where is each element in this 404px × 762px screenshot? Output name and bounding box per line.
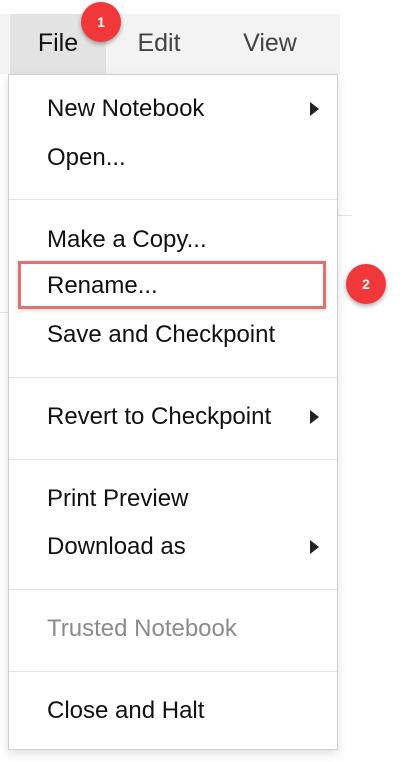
menu-divider <box>9 459 337 460</box>
menu-view[interactable]: View <box>220 14 320 74</box>
menu-item-save-checkpoint[interactable]: Save and Checkpoint <box>9 315 337 355</box>
menu-item-label: Download as <box>47 533 186 560</box>
menu-item-open[interactable]: Open... <box>9 138 337 178</box>
menu-item-trusted-notebook: Trusted Notebook <box>9 609 337 649</box>
menu-divider <box>9 199 337 200</box>
menu-item-label: Revert to Checkpoint <box>47 403 272 430</box>
menu-item-label: Open... <box>47 144 126 171</box>
menu-divider <box>9 377 337 378</box>
menu-item-label: Save and Checkpoint <box>47 321 276 348</box>
menu-item-close-halt[interactable]: Close and Halt <box>9 691 337 731</box>
menu-divider <box>9 671 337 672</box>
background-line <box>336 215 352 216</box>
menu-item-make-copy[interactable]: Make a Copy... <box>9 220 337 260</box>
menu-divider <box>9 589 337 590</box>
menu-item-label: New Notebook <box>47 95 205 122</box>
menu-item-label: Print Preview <box>47 485 189 512</box>
menu-item-label: Rename... <box>47 272 158 299</box>
menu-edit[interactable]: Edit <box>116 14 202 74</box>
caret-right-icon <box>310 410 319 424</box>
caret-right-icon <box>310 540 319 554</box>
menu-item-label: Make a Copy... <box>47 226 207 253</box>
menubar: File Edit View <box>0 14 340 74</box>
menu-item-rename[interactable]: Rename... <box>9 266 337 306</box>
menu-item-print-preview[interactable]: Print Preview <box>9 479 337 519</box>
step-badge-1: 1 <box>81 2 121 42</box>
menu-item-revert-checkpoint[interactable]: Revert to Checkpoint <box>9 397 337 437</box>
file-dropdown-menu: New Notebook Open... Make a Copy... Rena… <box>8 74 338 750</box>
menu-item-label: Close and Halt <box>47 697 205 724</box>
menu-item-new-notebook[interactable]: New Notebook <box>9 89 337 129</box>
step-badge-2: 2 <box>346 264 386 304</box>
caret-right-icon <box>310 102 319 116</box>
menu-item-download-as[interactable]: Download as <box>9 527 337 567</box>
background-line <box>0 312 8 313</box>
menu-item-label: Trusted Notebook <box>47 615 237 642</box>
